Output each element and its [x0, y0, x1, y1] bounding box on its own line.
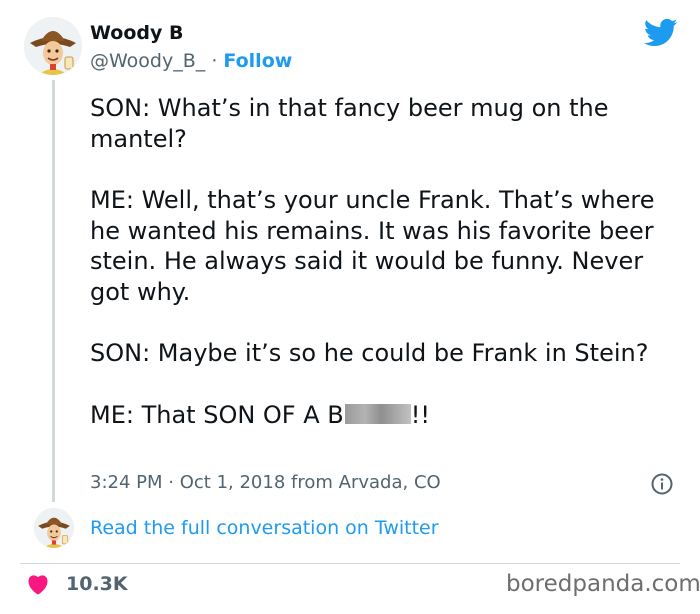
woody-avatar-image — [24, 17, 82, 75]
heart-icon[interactable] — [26, 573, 50, 595]
author-handle-line: @Woody_B_ · Follow — [90, 50, 292, 72]
reply-avatar[interactable] — [34, 508, 74, 548]
author-avatar[interactable] — [24, 17, 82, 75]
tweet-date[interactable]: Oct 1, 2018 — [180, 472, 286, 493]
tweet-time[interactable]: 3:24 PM — [90, 472, 163, 493]
watermark: boredpanda.com — [506, 571, 700, 597]
tweet-body: SON: What’s in that fancy beer mug on th… — [90, 93, 670, 430]
meta-separator: · — [168, 472, 174, 493]
tweet-paragraph-final: ME: That SON OF A B!! — [90, 400, 670, 431]
info-icon[interactable] — [650, 472, 674, 496]
tweet-paragraph: SON: Maybe it’s so he could be Frank in … — [90, 339, 649, 367]
author-handle[interactable]: @Woody_B_ — [90, 50, 205, 72]
final-line-prefix: ME: That SON OF A B — [90, 400, 344, 429]
tweet-location: from Arvada, CO — [291, 472, 441, 493]
woody-avatar-small-image — [34, 508, 74, 548]
follow-button[interactable]: Follow — [223, 50, 292, 72]
read-full-conversation-link[interactable]: Read the full conversation on Twitter — [90, 517, 439, 539]
twitter-bird-icon[interactable] — [644, 18, 678, 48]
thread-connector-line — [52, 80, 55, 502]
tweet-paragraph: SON: What’s in that fancy beer mug on th… — [90, 94, 609, 153]
tweet-metadata: 3:24 PM · Oct 1, 2018 from Arvada, CO — [90, 472, 441, 493]
final-line-suffix: !! — [410, 400, 430, 429]
tweet-paragraph: ME: Well, that’s your uncle Frank. That’… — [90, 186, 655, 306]
like-count[interactable]: 10.3K — [66, 573, 128, 595]
divider — [20, 563, 680, 564]
censor-blur — [344, 403, 411, 424]
handle-separator: · — [211, 50, 218, 72]
author-name[interactable]: Woody B — [90, 22, 183, 44]
